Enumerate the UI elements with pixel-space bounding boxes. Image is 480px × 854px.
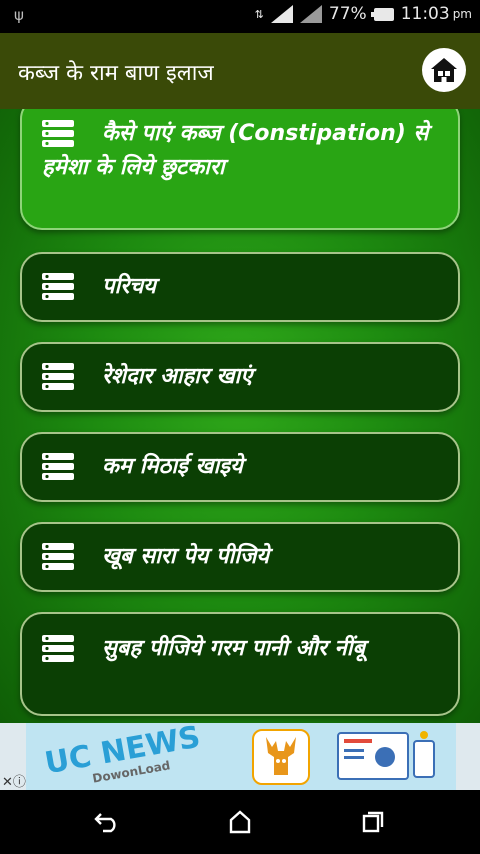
signal-icon <box>270 5 293 23</box>
status-bar: ψ ⇅ 77% 11:03 pm <box>0 0 480 33</box>
recent-apps-button[interactable] <box>356 808 390 836</box>
list-icon <box>42 273 74 300</box>
list-icon <box>42 635 74 662</box>
list-icon <box>42 453 74 480</box>
ad-close-icon[interactable]: ✕ⓘ <box>2 771 26 790</box>
list-icon <box>42 120 74 147</box>
deer-logo-icon <box>252 729 310 785</box>
clock-suffix: pm <box>452 7 472 21</box>
app-bar: कब्ज के राम बाण इलाज <box>0 33 480 109</box>
navigation-bar <box>0 790 480 854</box>
data-arrows-icon: ⇅ <box>254 7 264 21</box>
list-icon <box>42 363 74 390</box>
recent-apps-icon <box>362 811 384 833</box>
back-button[interactable] <box>90 808 124 836</box>
menu-item-fiber-food[interactable]: रेशेदार आहार खाएं <box>20 342 460 412</box>
menu-item-label: कैसे पाएं कब्ज (Constipation) से हमेशा क… <box>42 121 429 180</box>
menu-item-drink-fluids[interactable]: खूब सारा पेय पीजिये <box>20 522 460 592</box>
signal-icon-2 <box>299 5 322 23</box>
home-button[interactable] <box>422 48 466 92</box>
ad-graphic-icon <box>337 731 435 780</box>
ad-banner[interactable]: UC NEWS DowonLoad ✕ⓘ <box>0 723 480 790</box>
menu-item-constipation-relief[interactable]: कैसे पाएं कब्ज (Constipation) से हमेशा क… <box>20 109 460 230</box>
menu-item-label: खूब सारा पेय पीजिये <box>102 544 270 569</box>
home-nav-button[interactable] <box>223 808 257 836</box>
menu-list[interactable]: कैसे पाएं कब्ज (Constipation) से हमेशा क… <box>0 109 480 723</box>
back-icon <box>94 813 116 833</box>
menu-item-label: परिचय <box>102 274 156 299</box>
menu-item-label: रेशेदार आहार खाएं <box>102 364 253 389</box>
list-icon <box>42 543 74 570</box>
menu-item-label: सुबह पीजिये गरम पानी और नींबू <box>102 636 366 661</box>
home-icon <box>431 58 457 82</box>
usb-icon: ψ <box>14 6 24 24</box>
battery-percent: 77% <box>328 4 367 24</box>
menu-item-label: कम मिठाई खाइये <box>102 454 243 479</box>
menu-item-less-sweets[interactable]: कम मिठाई खाइये <box>20 432 460 502</box>
clock: 11:03 <box>400 4 450 24</box>
battery-icon <box>370 7 394 21</box>
status-right: ⇅ 77% 11:03 pm <box>255 4 472 24</box>
menu-item-introduction[interactable]: परिचय <box>20 252 460 322</box>
menu-item-warm-water-lemon[interactable]: सुबह पीजिये गरम पानी और नींबू <box>20 612 460 716</box>
app-title: कब्ज के राम बाण इलाज <box>18 61 214 86</box>
home-outline-icon <box>229 810 251 834</box>
